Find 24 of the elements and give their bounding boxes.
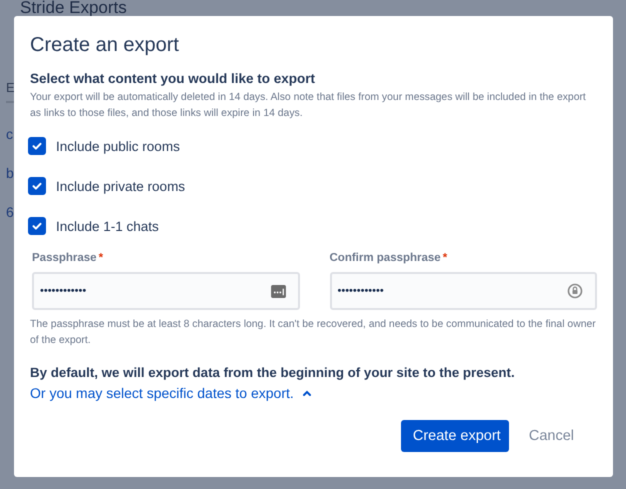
caret-icon[interactable] bbox=[302, 389, 312, 397]
date-note: By default, we will export data from the beginning of your site to the present. bbox=[30, 364, 516, 382]
password-field[interactable]: •••••••••••• bbox=[330, 272, 597, 310]
cancel-button[interactable]: Cancel bbox=[516, 420, 586, 452]
section-heading: Select what content you would like to export bbox=[30, 70, 316, 88]
page-title: Stride Exports bbox=[20, 0, 128, 16]
checkbox[interactable] bbox=[28, 217, 46, 235]
lock-icon[interactable] bbox=[567, 283, 583, 299]
password-field[interactable]: •••••••••••• bbox=[32, 272, 300, 310]
checkbox-label: Include private rooms bbox=[56, 178, 186, 194]
dialog-title: Create an export bbox=[30, 33, 180, 58]
checkbox-label: Include public rooms bbox=[56, 138, 180, 154]
section-note: Your export will be automatically deleted in 14 days. Also note that files from your messages will be included in the export as links to those files, and those links will expire in 14 days. bbox=[30, 91, 587, 121]
field-hint: The passphrase must be at least 8 characters long. It can't be recovered, and needs to be communicated to the final owner of the export. bbox=[30, 318, 597, 348]
required-asterisk: * bbox=[98, 252, 104, 266]
checkbox[interactable] bbox=[28, 177, 46, 195]
password-manager-icon[interactable] bbox=[270, 284, 286, 298]
field-label: Passphrase bbox=[32, 252, 97, 266]
create-export-button[interactable]: Create export bbox=[400, 420, 509, 452]
field-label: Confirm passphrase bbox=[330, 252, 441, 266]
checkbox[interactable] bbox=[28, 137, 46, 155]
required-asterisk: * bbox=[442, 252, 448, 266]
date-selection-link[interactable]: Or you may select specific dates to export. bbox=[30, 385, 294, 401]
checkbox-label: Include 1-1 chats bbox=[56, 218, 159, 234]
